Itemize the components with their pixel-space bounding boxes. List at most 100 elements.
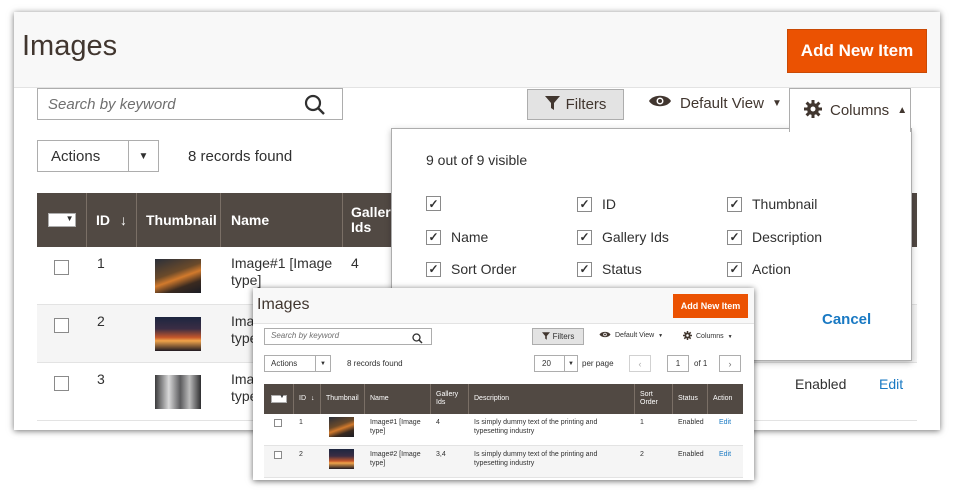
- table-row[interactable]: 2 Image#2 [Image type] 3,4 Is simply dumm…: [264, 446, 743, 478]
- row-gallery-ids: 4: [436, 419, 440, 426]
- column-header-sort-label: Sort Order: [640, 390, 658, 406]
- column-header-thumbnail[interactable]: Thumbnail: [321, 384, 365, 414]
- checkbox-checked[interactable]: ✓: [727, 261, 742, 277]
- page-header: Images Add New Item: [253, 288, 754, 324]
- sort-arrow-icon: ↓: [311, 394, 315, 402]
- row-status: Enabled: [678, 451, 704, 458]
- row-sort-order: 1: [640, 419, 644, 426]
- actions-select[interactable]: Actions ▼: [264, 355, 331, 372]
- row-edit-link[interactable]: Edit: [879, 376, 903, 392]
- column-option-gallery-ids[interactable]: ✓ Gallery Ids: [577, 229, 669, 245]
- column-option-select[interactable]: ✓: [426, 196, 451, 211]
- column-header-action[interactable]: Action: [708, 384, 743, 414]
- checkbox-checked[interactable]: ✓: [426, 229, 441, 245]
- filters-button[interactable]: Filters: [527, 89, 624, 120]
- columns-dropdown[interactable]: Columns ▼: [683, 331, 733, 342]
- search-placeholder: Search by keyword: [48, 96, 176, 113]
- row-id: 2: [299, 451, 303, 458]
- previous-page-button[interactable]: ‹: [629, 355, 651, 372]
- column-header-id[interactable]: ID ↓: [294, 384, 321, 414]
- search-input[interactable]: Search by keyword: [264, 328, 432, 345]
- actions-select[interactable]: Actions ▼: [37, 140, 159, 172]
- mass-select-header[interactable]: ▼: [37, 193, 87, 247]
- records-found: 8 records found: [188, 148, 293, 165]
- column-header-id-label: ID: [96, 212, 110, 228]
- column-option-label: Action: [752, 261, 791, 277]
- caret-down-icon: ▼: [658, 332, 664, 339]
- row-gallery-ids: 3,4: [436, 451, 446, 458]
- cancel-button[interactable]: Cancel: [822, 311, 871, 328]
- checkbox-checked[interactable]: ✓: [727, 229, 742, 245]
- column-option-label: Status: [602, 261, 642, 277]
- row-edit-link[interactable]: Edit: [719, 451, 731, 460]
- columns-label: Columns: [696, 333, 724, 340]
- default-view-dropdown[interactable]: Default View ▼: [648, 94, 782, 112]
- column-header-id[interactable]: ID ↓: [87, 193, 137, 247]
- page-header: Images Add New Item: [14, 12, 940, 88]
- mass-select-checkbox[interactable]: ▼: [270, 394, 287, 403]
- row-checkbox[interactable]: [54, 376, 69, 391]
- gear-icon: [804, 99, 822, 122]
- page-title: Images: [257, 296, 310, 313]
- checkbox-checked[interactable]: ✓: [577, 261, 592, 277]
- column-option-sort-order[interactable]: ✓ Sort Order: [426, 261, 516, 277]
- actions-label: Actions: [271, 359, 298, 368]
- filters-label: Filters: [565, 96, 607, 113]
- column-header-name[interactable]: Name: [221, 193, 343, 247]
- search-icon[interactable]: [304, 94, 326, 121]
- row-checkbox[interactable]: [54, 260, 69, 275]
- caret-down-icon: ▼: [65, 214, 74, 223]
- column-option-action[interactable]: ✓ Action: [727, 261, 791, 277]
- search-placeholder: Search by keyword: [271, 331, 340, 340]
- search-icon[interactable]: [412, 331, 423, 349]
- filters-label: Filters: [552, 332, 575, 341]
- row-id: 1: [299, 419, 303, 426]
- table-row[interactable]: 1 Image#1 [Image type] 4 Is simply dummy …: [264, 414, 743, 446]
- default-view-dropdown[interactable]: Default View ▼: [599, 331, 663, 340]
- mass-select-checkbox[interactable]: ▼: [47, 213, 76, 227]
- column-option-thumbnail[interactable]: ✓ Thumbnail: [727, 196, 817, 212]
- column-header-description[interactable]: Description: [469, 384, 635, 414]
- per-page-select[interactable]: 20 ▼: [534, 355, 578, 372]
- row-edit-link[interactable]: Edit: [719, 419, 731, 428]
- column-option-id[interactable]: ✓ ID: [577, 196, 616, 212]
- checkbox-checked[interactable]: ✓: [577, 196, 592, 212]
- column-header-sort-order[interactable]: Sort Order: [635, 384, 673, 414]
- next-page-button[interactable]: ›: [719, 355, 741, 372]
- eye-icon: [648, 94, 672, 112]
- checkbox-checked[interactable]: ✓: [577, 229, 592, 245]
- row-name: Image#1 [Image type]: [231, 255, 333, 288]
- checkbox-checked[interactable]: ✓: [426, 196, 441, 211]
- column-header-status[interactable]: Status: [673, 384, 708, 414]
- column-option-status[interactable]: ✓ Status: [577, 261, 642, 277]
- column-header-name[interactable]: Name: [365, 384, 431, 414]
- filters-button[interactable]: Filters: [532, 328, 584, 345]
- row-checkbox[interactable]: [274, 451, 282, 459]
- caret-down-icon: ▼: [771, 97, 782, 109]
- row-name: Image#2 [Image type]: [370, 451, 421, 467]
- row-description: Is simply dummy text of the printing and…: [474, 451, 598, 467]
- column-header-thumbnail[interactable]: Thumbnail: [137, 193, 221, 247]
- columns-label: Columns: [830, 102, 890, 119]
- default-view-label: Default View: [615, 332, 655, 339]
- search-input[interactable]: Search by keyword: [37, 88, 343, 120]
- caret-down-icon: ▼: [279, 394, 285, 400]
- mass-select-header[interactable]: ▼: [264, 384, 294, 414]
- checkbox-checked[interactable]: ✓: [426, 261, 441, 277]
- thumbnail-image: [155, 375, 201, 409]
- page-number-input[interactable]: 1: [667, 355, 689, 372]
- page-title: Images: [22, 30, 118, 62]
- eye-icon: [599, 331, 611, 340]
- add-new-item-button[interactable]: Add New Item: [787, 29, 927, 73]
- column-option-name[interactable]: ✓ Name: [426, 229, 488, 245]
- column-option-label: Sort Order: [451, 261, 517, 277]
- checkbox-checked[interactable]: ✓: [727, 196, 742, 212]
- columns-dropdown[interactable]: Columns ▲: [789, 88, 911, 132]
- row-gallery-ids: 4: [351, 255, 359, 271]
- add-new-item-button[interactable]: Add New Item: [673, 294, 748, 318]
- row-checkbox[interactable]: [54, 318, 69, 333]
- filter-icon: [541, 331, 550, 342]
- column-header-gallery-ids[interactable]: Gallery Ids: [431, 384, 469, 414]
- row-checkbox[interactable]: [274, 419, 282, 427]
- column-option-description[interactable]: ✓ Description: [727, 229, 822, 245]
